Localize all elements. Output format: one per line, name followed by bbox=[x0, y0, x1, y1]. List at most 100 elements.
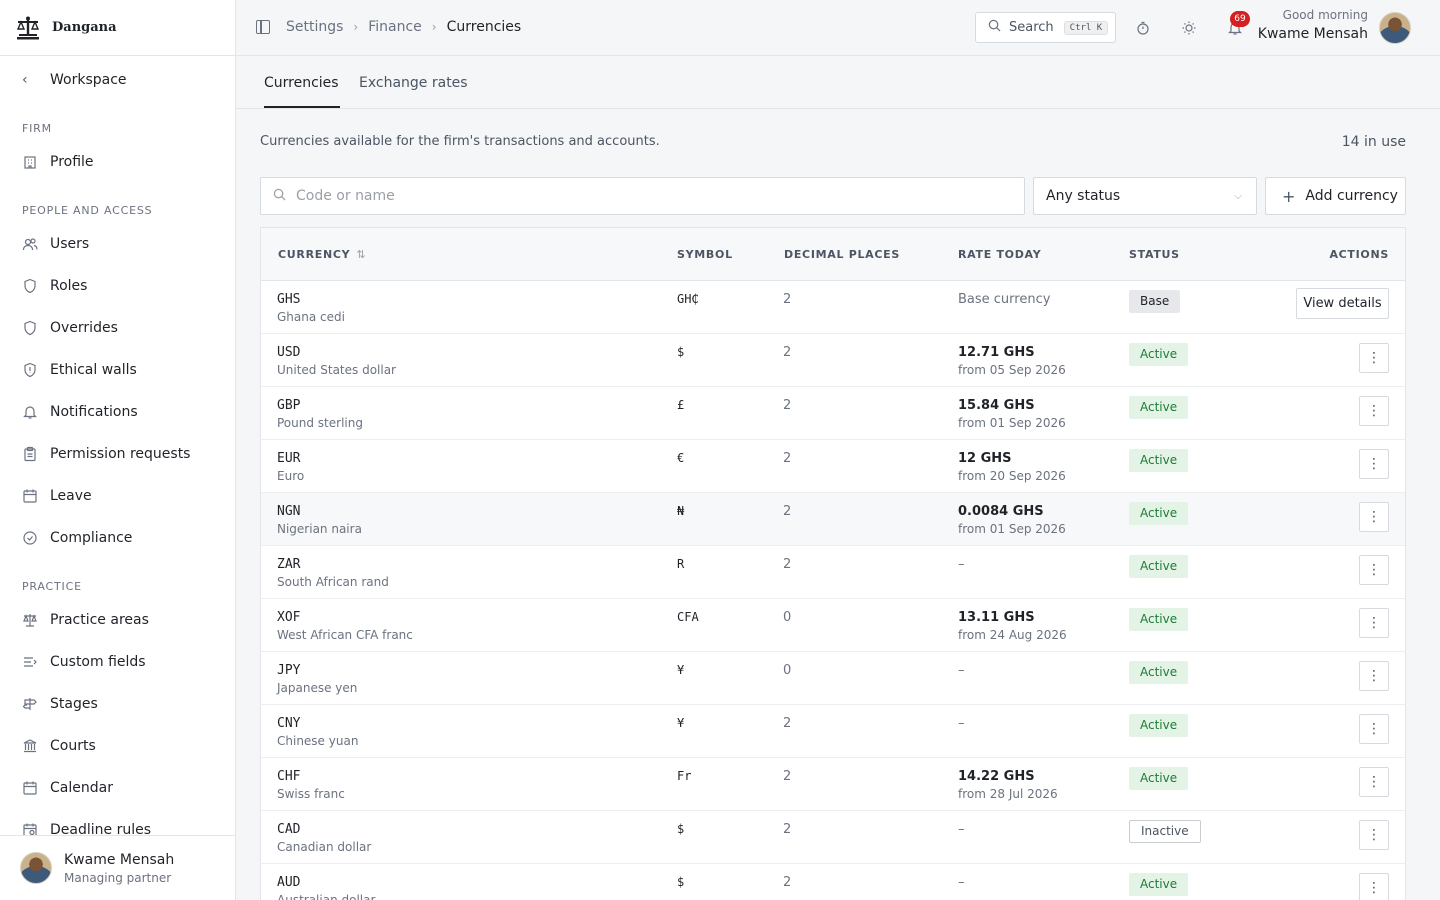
sidebar-item-custom-fields[interactable]: Custom fields bbox=[0, 642, 235, 682]
sidebar-user-role: Managing partner bbox=[64, 870, 172, 885]
rate-effective-date: from 05 Sep 2026 bbox=[958, 363, 1066, 377]
breadcrumb-settings[interactable]: Settings bbox=[286, 19, 343, 35]
more-actions-button[interactable]: ⋮ bbox=[1359, 396, 1389, 426]
currency-name: South African rand bbox=[277, 575, 389, 589]
more-actions-button[interactable]: ⋮ bbox=[1359, 502, 1389, 532]
status-badge: Active bbox=[1129, 873, 1189, 896]
more-actions-button[interactable]: ⋮ bbox=[1359, 449, 1389, 479]
table-row[interactable]: GHS Ghana cedi GH₵ 2 Base currency Base View d… bbox=[261, 281, 1405, 334]
rate-effective-date: from 24 Aug 2026 bbox=[958, 628, 1067, 642]
rate-today: 12.71 GHS bbox=[958, 345, 1035, 360]
section-practice: PRACTICE bbox=[22, 580, 82, 593]
breadcrumb-finance[interactable]: Finance bbox=[368, 19, 422, 35]
sidebar-item-notifications[interactable]: Notifications bbox=[0, 392, 235, 432]
table-row[interactable]: CAD Canadian dollar $2 – Inactive ⋮ bbox=[261, 811, 1405, 864]
more-actions-button[interactable]: ⋮ bbox=[1359, 555, 1389, 585]
status-filter-value: Any status bbox=[1046, 188, 1121, 204]
more-actions-button[interactable]: ⋮ bbox=[1359, 714, 1389, 744]
currency-symbol: GH₵ bbox=[677, 292, 699, 306]
rate-today: 13.11 GHS bbox=[958, 610, 1035, 625]
kebab-menu-icon: ⋮ bbox=[1367, 721, 1381, 737]
sidebar-item-profile[interactable]: Profile bbox=[0, 142, 235, 182]
currency-name: United States dollar bbox=[277, 363, 396, 377]
rate-today: Base currency bbox=[958, 292, 1051, 307]
sidebar-item-label: Stages bbox=[50, 696, 98, 712]
sort-icon[interactable]: ⇅ bbox=[356, 248, 366, 261]
more-actions-button[interactable]: ⋮ bbox=[1359, 343, 1389, 373]
table-row[interactable]: CHF Swiss franc Fr 2 14.22 GHS from 28 Jul 20… bbox=[261, 758, 1405, 811]
view-details-button[interactable]: View details bbox=[1296, 288, 1389, 319]
currency-code: JPY bbox=[277, 663, 301, 678]
kebab-menu-icon: ⋮ bbox=[1367, 880, 1381, 896]
tab-currencies[interactable]: Currencies bbox=[264, 75, 339, 91]
more-actions-button[interactable]: ⋮ bbox=[1359, 767, 1389, 797]
currency-name: Chinese yuan bbox=[277, 734, 359, 748]
page-description: Currencies available for the firm's tran… bbox=[260, 134, 660, 149]
breadcrumb-currencies: Currencies bbox=[446, 19, 522, 35]
currency-symbol: € bbox=[677, 451, 685, 465]
sidebar-item-ethical-walls[interactable]: Ethical walls bbox=[0, 350, 235, 390]
table-row[interactable]: XOF West African CFA franc CFA 0 13.11 GHS fr… bbox=[261, 599, 1405, 652]
workspace-back-link[interactable]: ‹ Workspace bbox=[0, 60, 235, 100]
rate-today: 15.84 GHS bbox=[958, 398, 1035, 413]
currency-search-field[interactable] bbox=[260, 177, 1025, 215]
timer-icon[interactable] bbox=[1133, 18, 1153, 38]
sidebar-item-stages[interactable]: Stages bbox=[0, 684, 235, 724]
sidebar-item-compliance[interactable]: Compliance bbox=[0, 518, 235, 558]
sidebar-user-card[interactable]: Kwame Mensah Managing partner bbox=[0, 835, 235, 900]
decimal-places: 2 bbox=[783, 875, 792, 890]
sidebar-item-label: Roles bbox=[50, 278, 88, 294]
avatar[interactable] bbox=[1379, 12, 1411, 44]
users-icon bbox=[22, 236, 38, 252]
tab-exchange-rates[interactable]: Exchange rates bbox=[359, 75, 468, 91]
currency-name: Pound sterling bbox=[277, 416, 363, 430]
currency-search-input[interactable] bbox=[296, 188, 996, 204]
in-use-count: 14 in use bbox=[1341, 134, 1406, 150]
rate-today: – bbox=[958, 822, 965, 837]
add-currency-button[interactable]: + Add currency bbox=[1265, 177, 1406, 215]
table-row[interactable]: CNY Chinese yuan ¥2 – Active ⋮ bbox=[261, 705, 1405, 758]
table-row[interactable]: EUR Euro €2 12 GHS from 20 Sep 2026 Active ⋮ bbox=[261, 440, 1405, 493]
sidebar-item-roles[interactable]: Roles bbox=[0, 266, 235, 306]
sidebar-toggle-icon[interactable] bbox=[256, 20, 270, 34]
decimal-places: 2 bbox=[783, 398, 792, 413]
table-row[interactable]: GBP Pound sterling £2 15.84 GHS from 01 Sep … bbox=[261, 387, 1405, 440]
sidebar-item-users[interactable]: Users bbox=[0, 224, 235, 264]
table-row[interactable]: JPY Japanese yen ¥0 – Active ⋮ bbox=[261, 652, 1405, 705]
more-actions-button[interactable]: ⋮ bbox=[1359, 873, 1389, 900]
header-currency[interactable]: CURRENCY ⇅ bbox=[278, 248, 366, 261]
sidebar-item-courts[interactable]: Courts bbox=[0, 726, 235, 766]
currency-code: GBP bbox=[277, 398, 301, 413]
currency-code: CHF bbox=[277, 769, 301, 784]
sidebar-item-label: Notifications bbox=[50, 404, 138, 420]
theme-toggle-icon[interactable] bbox=[1179, 18, 1199, 38]
table-row[interactable]: USD United States dollar $2 12.71 GHS from 0… bbox=[261, 334, 1405, 387]
sidebar-item-calendar[interactable]: Calendar bbox=[0, 768, 235, 808]
header-rate-today: RATE TODAY bbox=[958, 248, 1042, 261]
global-search-button[interactable]: Search Ctrl K bbox=[975, 12, 1116, 43]
table-row[interactable]: ZAR South African rand R 2 – Active ⋮ bbox=[261, 546, 1405, 599]
more-actions-button[interactable]: ⋮ bbox=[1359, 608, 1389, 638]
sidebar-item-label: Custom fields bbox=[50, 654, 146, 670]
status-badge: Active bbox=[1129, 714, 1189, 737]
chevron-left-icon: ‹ bbox=[22, 72, 28, 88]
sidebar-item-permission-requests[interactable]: Permission requests bbox=[0, 434, 235, 474]
sidebar-item-overrides[interactable]: Overrides bbox=[0, 308, 235, 348]
kebab-menu-icon: ⋮ bbox=[1367, 562, 1381, 578]
status-badge: Active bbox=[1129, 343, 1189, 366]
status-filter-select[interactable]: Any status ⌵ bbox=[1033, 177, 1257, 215]
shield-icon bbox=[22, 320, 38, 336]
sidebar-item-leave[interactable]: Leave bbox=[0, 476, 235, 516]
sidebar-item-practice-areas[interactable]: Practice areas bbox=[0, 600, 235, 640]
table-row[interactable]: AUD Australian dollar $2 – Active ⋮ bbox=[261, 864, 1405, 900]
sidebar-item-label: Profile bbox=[50, 154, 94, 170]
currency-code: CAD bbox=[277, 822, 301, 837]
more-actions-button[interactable]: ⋮ bbox=[1359, 661, 1389, 691]
brand[interactable]: Dangana bbox=[0, 0, 235, 56]
table-row[interactable]: NGN Nigerian naira ₦ 2 0.0084 GHS from 01 Sep… bbox=[261, 493, 1405, 546]
clipboard-icon bbox=[22, 446, 38, 462]
currency-code: EUR bbox=[277, 451, 301, 466]
scales-logo-icon bbox=[14, 14, 42, 42]
more-actions-button[interactable]: ⋮ bbox=[1359, 820, 1389, 850]
breadcrumb: Settings › Finance › Currencies bbox=[286, 19, 521, 35]
